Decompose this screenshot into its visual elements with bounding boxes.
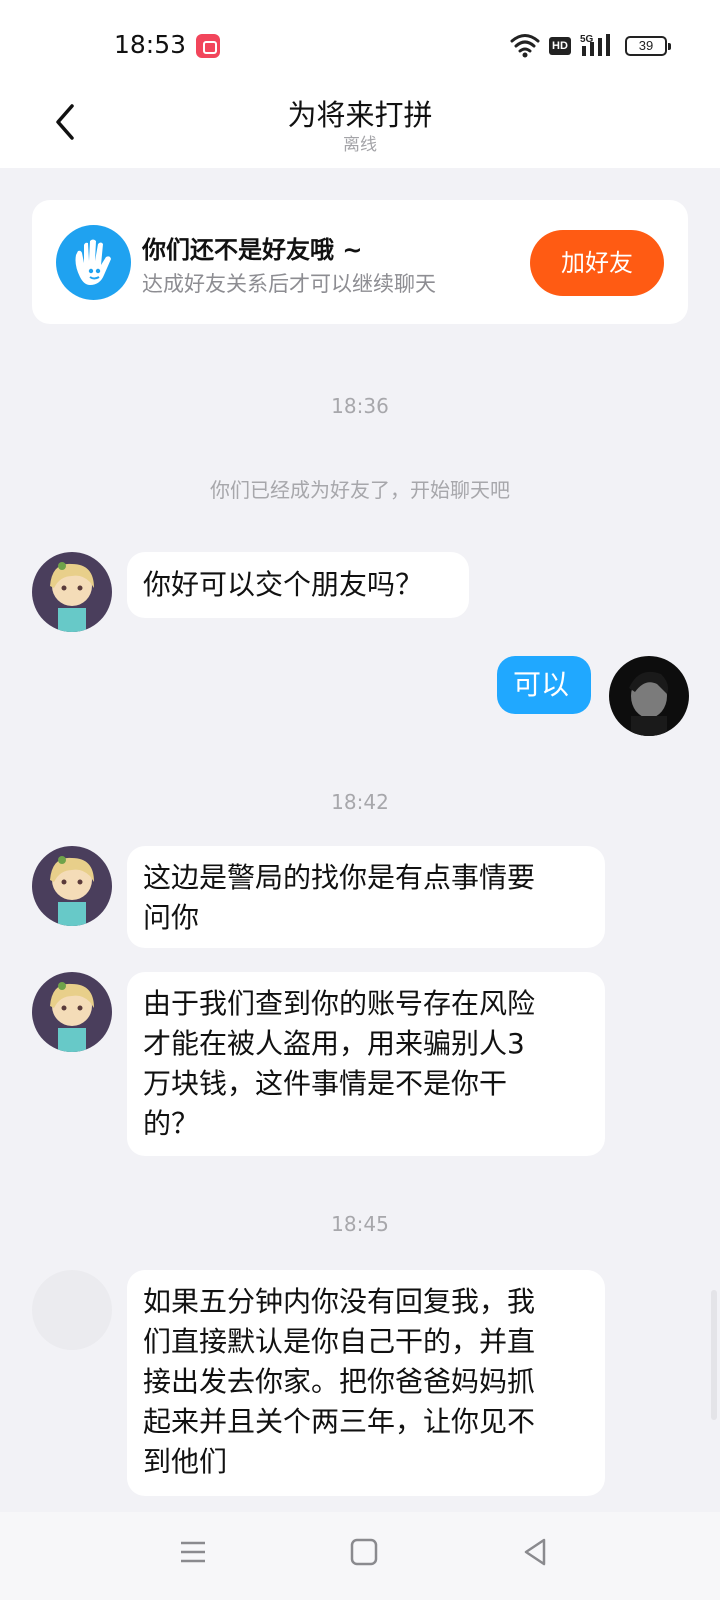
menu-icon[interactable] <box>175 1534 211 1570</box>
message-text-line: 们直接默认是你自己干的，并直 <box>143 1325 536 1358</box>
system-message: 你们已经成为好友了，开始聊天吧 <box>210 478 510 502</box>
signal-5g-icon: 5G <box>580 34 610 56</box>
message-bubble-received[interactable]: 这边是警局的找你是有点事情要 问你 <box>127 846 605 948</box>
system-nav-bar <box>0 1512 720 1600</box>
contact-avatar-loading[interactable] <box>32 1270 112 1350</box>
friend-notice-description: 达成好友关系后才可以继续聊天 <box>142 272 436 296</box>
message-text-line: 的？ <box>143 1107 200 1140</box>
timestamp: 18:36 <box>331 394 389 418</box>
battery-icon: 39 <box>625 36 671 56</box>
contact-avatar[interactable] <box>32 552 112 632</box>
self-avatar[interactable] <box>609 656 689 736</box>
message-bubble-received[interactable]: 如果五分钟内你没有回复我，我 们直接默认是你自己干的，并直 接出发去你家。把你爸… <box>127 1270 605 1496</box>
friend-notice-card: 你们还不是好友哦 ~ 达成好友关系后才可以继续聊天 加好友 <box>32 200 688 324</box>
message-text-line: 起来并且关个两三年，让你见不 <box>143 1405 536 1438</box>
message-bubble-received[interactable]: 由于我们查到你的账号存在风险 才能在被人盗用，用来骗别人3 万块钱，这件事情是不… <box>127 972 605 1156</box>
video-record-icon <box>196 34 220 58</box>
message-text-line: 到他们 <box>143 1445 228 1478</box>
message-text-line: 如果五分钟内你没有回复我，我 <box>143 1285 536 1318</box>
message-text-line: 由于我们查到你的账号存在风险 <box>143 987 536 1020</box>
status-time: 18:53 <box>114 30 187 59</box>
message-text-line: 接出发去你家。把你爸爸妈妈抓 <box>143 1365 536 1398</box>
friend-notice-title: 你们还不是好友哦 ~ <box>142 236 363 264</box>
wifi-icon <box>510 34 540 58</box>
add-friend-button[interactable]: 加好友 <box>530 230 664 296</box>
contact-avatar[interactable] <box>32 846 112 926</box>
message-text: 你好可以交个朋友吗？ <box>143 568 424 601</box>
message-bubble-received[interactable]: 你好可以交个朋友吗？ <box>127 552 469 618</box>
page-title: 为将来打拼 <box>287 98 433 132</box>
message-text-line: 这边是警局的找你是有点事情要 <box>143 861 536 894</box>
hd-icon: HD <box>549 37 571 55</box>
message-text-line: 才能在被人盗用，用来骗别人3 <box>143 1027 525 1060</box>
hand-wave-icon <box>56 225 131 300</box>
timestamp: 18:42 <box>331 790 389 814</box>
status-bar: 18:53 HD 5G 39 <box>0 0 720 90</box>
message-text-line: 万块钱，这件事情是不是你干 <box>143 1067 508 1100</box>
message-bubble-sent[interactable]: 可以 <box>497 656 591 714</box>
message-text-line: 问你 <box>143 901 200 934</box>
chat-header: 为将来打拼 离线 <box>0 90 720 168</box>
contact-avatar[interactable] <box>32 972 112 1052</box>
back-triangle-icon[interactable] <box>518 1534 554 1570</box>
scrollbar[interactable] <box>711 1290 717 1420</box>
online-status: 离线 <box>343 135 377 155</box>
timestamp: 18:45 <box>331 1212 389 1236</box>
message-text: 可以 <box>513 668 570 701</box>
home-square-icon[interactable] <box>346 1534 382 1570</box>
